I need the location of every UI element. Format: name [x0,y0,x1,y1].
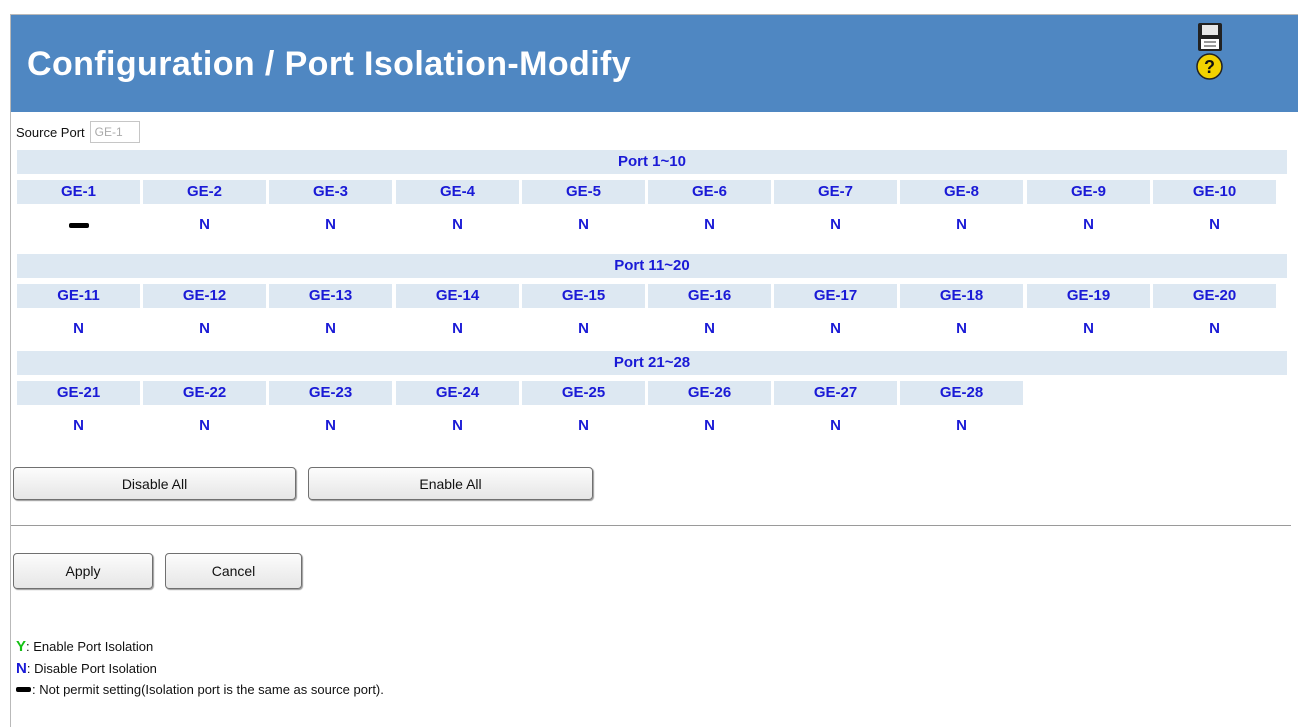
port-isolation-toggle[interactable]: N [17,317,140,341]
port-header: GE-14 [396,284,519,308]
port-isolation-toggle[interactable]: N [269,414,392,438]
port-isolation-toggle[interactable]: N [269,317,392,341]
dash-icon [68,222,89,228]
source-port-row: Source Port [16,118,140,146]
port-isolation-toggle[interactable]: N [774,317,897,341]
dash-icon [16,687,31,692]
port-isolation-toggle[interactable]: N [17,414,140,438]
legend-dash-text: : Not permit setting(Isolation port is t… [32,682,384,697]
port-not-permit [17,213,140,237]
svg-text:?: ? [1204,57,1215,77]
port-isolation-toggle[interactable]: N [269,213,392,237]
port-isolation-toggle[interactable]: N [648,317,771,341]
port-value-row: NNNNNNNN [17,414,1287,438]
port-isolation-toggle[interactable]: N [900,317,1023,341]
help-icon[interactable]: ? [1196,53,1223,80]
port-header: GE-13 [269,284,392,308]
port-header: GE-10 [1153,180,1276,204]
disable-all-button[interactable]: Disable All [13,467,296,500]
port-header: GE-16 [648,284,771,308]
source-port-input[interactable] [89,121,140,143]
port-header: GE-19 [1027,284,1150,308]
cancel-button[interactable]: Cancel [165,553,302,589]
apply-button[interactable]: Apply [13,553,153,589]
port-isolation-toggle[interactable]: N [648,414,771,438]
port-group-title: Port 11~20 [17,254,1287,278]
port-isolation-toggle[interactable]: N [648,213,771,237]
port-group-title: Port 21~28 [17,351,1287,375]
port-isolation-toggle[interactable]: N [900,213,1023,237]
port-group-title: Port 1~10 [17,150,1287,174]
port-header: GE-11 [17,284,140,308]
port-isolation-toggle[interactable]: N [900,414,1023,438]
port-isolation-toggle[interactable]: N [774,414,897,438]
port-isolation-toggle[interactable]: N [396,317,519,341]
port-header: GE-25 [522,381,645,405]
port-header: GE-2 [143,180,266,204]
port-isolation-toggle[interactable]: N [396,213,519,237]
port-isolation-toggle[interactable]: N [522,414,645,438]
port-header: GE-4 [396,180,519,204]
port-isolation-toggle[interactable]: N [1027,317,1150,341]
port-isolation-toggle[interactable]: N [1153,213,1276,237]
port-isolation-toggle[interactable]: N [396,414,519,438]
port-value-row: NNNNNNNNN [17,213,1287,237]
port-header: GE-3 [269,180,392,204]
port-isolation-toggle[interactable]: N [522,213,645,237]
port-isolation-toggle[interactable]: N [143,414,266,438]
port-header-row: GE-1 GE-2 GE-3 GE-4 GE-5 GE-6 GE-7 GE-8 GE-9 GE-1… [17,180,1287,204]
port-isolation-toggle[interactable]: N [522,317,645,341]
port-header: GE-7 [774,180,897,204]
port-header: GE-5 [522,180,645,204]
legend-n-text: : Disable Port Isolation [26,661,157,676]
port-isolation-toggle[interactable]: N [1153,317,1276,341]
legend-y-text: : Enable Port Isolation [26,639,154,654]
page-title: Configuration / Port Isolation-Modify [27,45,632,83]
legend-disable: N : Disable Port Isolation [16,660,157,677]
port-header: GE-15 [522,284,645,308]
port-header: GE-21 [17,381,140,405]
legend-enable: Y : Enable Port Isolation [16,638,153,655]
port-header: GE-27 [774,381,897,405]
page-header: Configuration / Port Isolation-Modify ? [11,15,1298,112]
legend-not-permit: : Not permit setting(Isolation port is t… [16,682,384,697]
port-header: GE-28 [900,381,1023,405]
port-isolation-toggle[interactable]: N [774,213,897,237]
port-isolation-toggle[interactable]: N [143,317,266,341]
port-header: GE-9 [1027,180,1150,204]
port-isolation-toggle[interactable]: N [1027,213,1150,237]
port-header: GE-24 [396,381,519,405]
port-header: GE-17 [774,284,897,308]
port-header: GE-22 [143,381,266,405]
port-header-row: GE-11 GE-12 GE-13 GE-14 GE-15 GE-16 GE-17 GE-18… [17,284,1287,308]
port-header: GE-12 [143,284,266,308]
save-icon[interactable] [1197,22,1223,52]
port-header: GE-26 [648,381,771,405]
port-value-row: NNNNNNNNNN [17,317,1287,341]
port-header: GE-23 [269,381,392,405]
divider [11,525,1291,526]
port-isolation-toggle[interactable]: N [143,213,266,237]
port-header: GE-20 [1153,284,1276,308]
port-header: GE-6 [648,180,771,204]
port-header: GE-1 [17,180,140,204]
source-port-label: Source Port [16,124,85,140]
port-header: GE-8 [900,180,1023,204]
legend-n-symbol: N [16,660,27,677]
enable-all-button[interactable]: Enable All [308,467,593,500]
port-header-row: GE-21 GE-22 GE-23 GE-24 GE-25 GE-26 GE-27 GE-28 [17,381,1287,405]
port-header: GE-18 [900,284,1023,308]
legend-y-symbol: Y [16,638,27,655]
